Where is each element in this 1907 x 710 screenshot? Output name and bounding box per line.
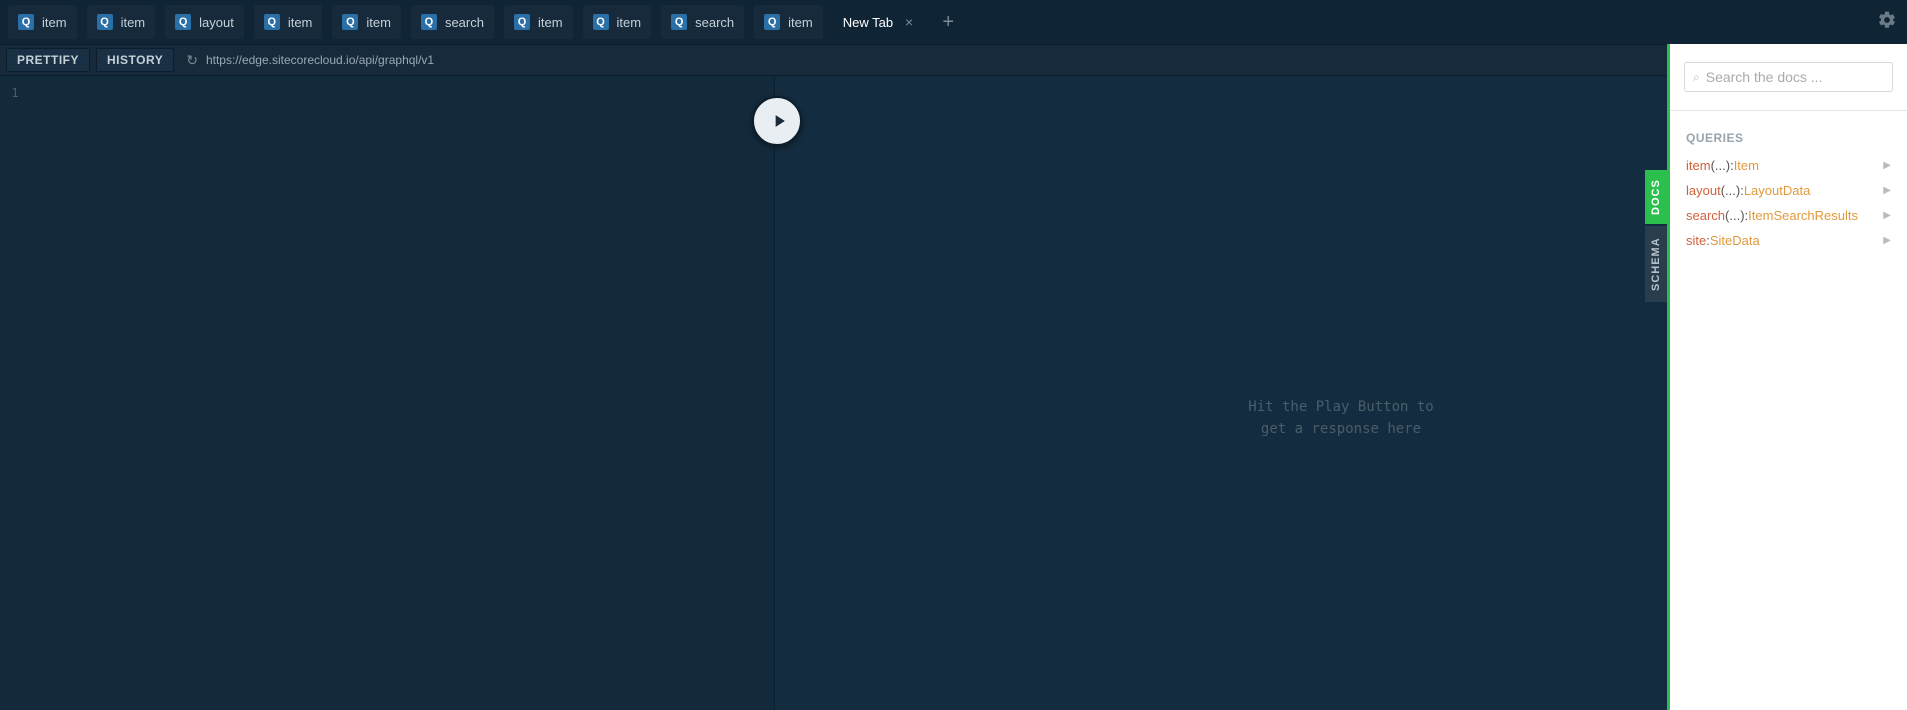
toolbar: PRETTIFY HISTORY ↻ https://edge.sitecore… (0, 44, 1907, 76)
response-placeholder: Hit the Play Button to get a response he… (1248, 396, 1433, 441)
search-icon: ⌕ (1693, 70, 1700, 85)
tab-label: item (121, 15, 146, 30)
main-area: 1 Hit the Play Button to get a response … (0, 76, 1907, 710)
docs-heading: QUERIES (1670, 121, 1907, 153)
plus-icon: + (942, 11, 954, 34)
query-type: Item (1734, 158, 1759, 173)
tab-label: New Tab (843, 15, 893, 30)
docs-side-tab[interactable]: DOCS (1645, 170, 1667, 224)
tab-item-1[interactable]: Q item (87, 5, 156, 39)
tab-bar: Q item Q item Q layout Q item Q item Q s… (0, 0, 1907, 44)
tab-item-5[interactable]: Q search (411, 5, 494, 39)
prettify-button[interactable]: PRETTIFY (6, 48, 90, 72)
chevron-right-icon: ▶ (1883, 185, 1891, 196)
query-name: search (1686, 208, 1725, 223)
query-type: ItemSearchResults (1748, 208, 1858, 223)
tab-item-2[interactable]: Q layout (165, 5, 244, 39)
query-entry-site[interactable]: site: SiteData ▶ (1670, 228, 1907, 253)
tab-label: search (445, 15, 484, 30)
gear-icon (1877, 10, 1897, 30)
query-args: (...) (1725, 208, 1745, 223)
tab-label: item (617, 15, 642, 30)
docs-body: QUERIES item(...): Item ▶ layout(...): L… (1670, 111, 1907, 263)
add-tab-button[interactable]: + (933, 7, 963, 37)
tab-item-0[interactable]: Q item (8, 5, 77, 39)
query-name: site (1686, 233, 1706, 248)
query-name: item (1686, 158, 1711, 173)
play-icon (769, 111, 789, 131)
settings-button[interactable] (1877, 10, 1897, 33)
tab-label: item (42, 15, 67, 30)
query-badge-icon: Q (264, 14, 280, 30)
execute-button[interactable] (752, 96, 802, 146)
query-args: (...) (1721, 183, 1741, 198)
query-badge-icon: Q (175, 14, 191, 30)
tab-label: search (695, 15, 734, 30)
query-type: LayoutData (1744, 183, 1811, 198)
tab-label: item (366, 15, 391, 30)
tab-item-3[interactable]: Q item (254, 5, 323, 39)
tab-item-4[interactable]: Q item (332, 5, 401, 39)
line-number: 1 (0, 86, 30, 100)
history-button[interactable]: HISTORY (96, 48, 174, 72)
refresh-icon[interactable]: ↻ (186, 52, 198, 69)
query-badge-icon: Q (671, 14, 687, 30)
query-badge-icon: Q (593, 14, 609, 30)
query-entry-search[interactable]: search(...): ItemSearchResults ▶ (1670, 203, 1907, 228)
query-badge-icon: Q (342, 14, 358, 30)
docs-search-input[interactable] (1706, 69, 1887, 85)
query-args: (...) (1711, 158, 1731, 173)
close-icon[interactable]: × (905, 14, 913, 30)
query-entry-layout[interactable]: layout(...): LayoutData ▶ (1670, 178, 1907, 203)
tab-item-8[interactable]: Q search (661, 5, 744, 39)
query-badge-icon: Q (18, 14, 34, 30)
query-badge-icon: Q (514, 14, 530, 30)
query-name: layout (1686, 183, 1721, 198)
chevron-right-icon: ▶ (1883, 160, 1891, 171)
tab-item-6[interactable]: Q item (504, 5, 573, 39)
tab-label: item (538, 15, 563, 30)
docs-search: ⌕ (1670, 44, 1907, 111)
tab-item-7[interactable]: Q item (583, 5, 652, 39)
endpoint-url-area[interactable]: ↻ https://edge.sitecorecloud.io/api/grap… (180, 52, 1901, 69)
query-badge-icon: Q (97, 14, 113, 30)
tab-label: layout (199, 15, 234, 30)
tab-new-tab[interactable]: New Tab × (833, 5, 924, 39)
docs-search-box[interactable]: ⌕ (1684, 62, 1893, 92)
query-entry-item[interactable]: item(...): Item ▶ (1670, 153, 1907, 178)
tab-label: item (788, 15, 813, 30)
tab-item-9[interactable]: Q item (754, 5, 823, 39)
query-badge-icon: Q (764, 14, 780, 30)
docs-panel: ⌕ QUERIES item(...): Item ▶ layout(...):… (1667, 44, 1907, 710)
tab-label: item (288, 15, 313, 30)
chevron-right-icon: ▶ (1883, 210, 1891, 221)
query-editor[interactable]: 1 (0, 76, 775, 710)
query-badge-icon: Q (421, 14, 437, 30)
endpoint-url-text: https://edge.sitecorecloud.io/api/graphq… (206, 53, 434, 67)
schema-side-tab[interactable]: SCHEMA (1645, 226, 1667, 302)
query-type: SiteData (1710, 233, 1760, 248)
chevron-right-icon: ▶ (1883, 235, 1891, 246)
